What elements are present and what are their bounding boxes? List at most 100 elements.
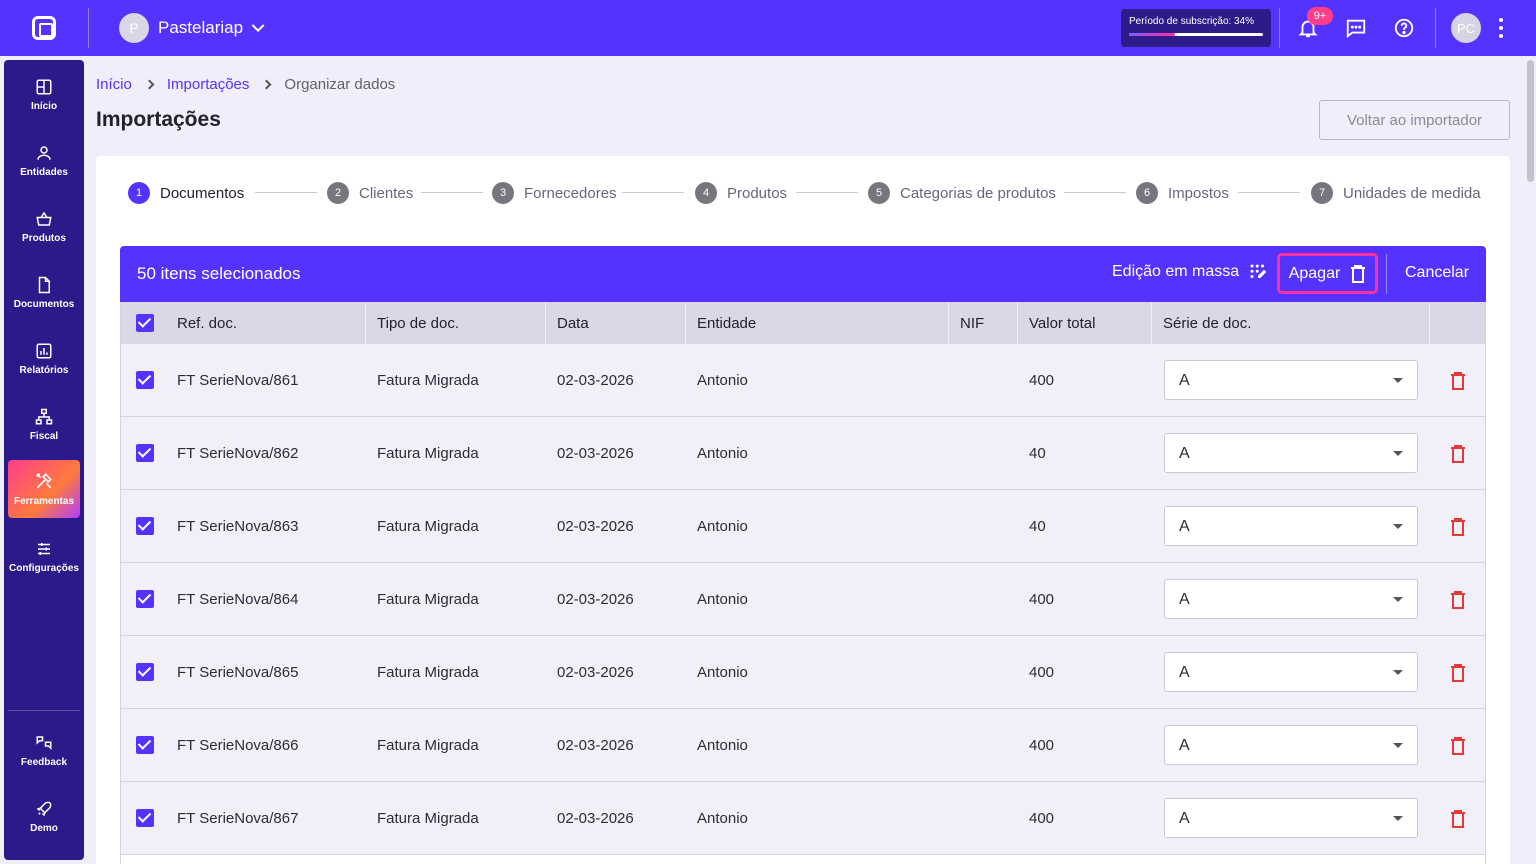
cell-valor: 400 — [1029, 737, 1055, 754]
subscription-period[interactable]: Período de subscrição: 34% — [1121, 9, 1271, 47]
breadcrumb: Início Importações Organizar dados — [96, 76, 395, 93]
table-row[interactable]: FT SerieNova/862 Fatura Migrada 02-03-2026… — [120, 417, 1486, 490]
step-number: 3 — [492, 182, 514, 204]
step-label: Impostos — [1168, 184, 1229, 202]
serie-select[interactable]: A — [1164, 360, 1418, 400]
bulk-edit-label: Edição em massa — [1112, 263, 1240, 280]
help-icon[interactable] — [1392, 16, 1416, 40]
sidebar-divider — [8, 710, 80, 711]
serie-select[interactable]: A — [1164, 506, 1418, 546]
delete-row-icon[interactable] — [1448, 517, 1468, 537]
column-header-serie[interactable]: Série de doc. — [1163, 315, 1251, 332]
sidebar-item-label: Início — [30, 101, 58, 112]
column-header-tipo[interactable]: Tipo de doc. — [377, 315, 459, 332]
app-logo[interactable] — [0, 0, 88, 56]
column-header-data[interactable]: Data — [557, 315, 589, 332]
row-checkbox[interactable] — [136, 663, 154, 681]
delete-row-icon[interactable] — [1448, 444, 1468, 464]
top-divider — [1435, 8, 1436, 48]
delete-row-icon[interactable] — [1448, 663, 1468, 683]
cell-valor: 400 — [1029, 810, 1055, 827]
chat-icon[interactable] — [1344, 16, 1368, 40]
cell-data: 02-03-2026 — [557, 372, 634, 389]
step-documentos[interactable]: 1 Documentos — [128, 181, 244, 205]
table-row[interactable]: FT SerieNova/861 Fatura Migrada 02-03-2026… — [120, 344, 1486, 417]
sidebar-item-feedback[interactable]: Feedback — [8, 722, 80, 780]
table-row[interactable]: FT SerieNova/864 Fatura Migrada 02-03-2026… — [120, 563, 1486, 636]
column-header-entidade[interactable]: Entidade — [697, 315, 756, 332]
table-row[interactable]: FT SerieNova/867 Fatura Migrada 02-03-2026… — [120, 782, 1486, 855]
serie-select[interactable]: A — [1164, 652, 1418, 692]
sidebar-item-demo[interactable]: Demo — [8, 788, 80, 846]
delete-row-icon[interactable] — [1448, 736, 1468, 756]
serie-select-value: A — [1179, 372, 1190, 389]
step-categorias-produtos[interactable]: 5 Categorias de produtos — [868, 181, 1056, 205]
serie-select[interactable]: A — [1164, 433, 1418, 473]
sidebar-item-ferramentas[interactable]: Ferramentas — [8, 460, 80, 518]
serie-select[interactable]: A — [1164, 798, 1418, 838]
document-icon — [38, 276, 50, 294]
step-fornecedores[interactable]: 3 Fornecedores — [492, 181, 617, 205]
cell-entidade: Antonio — [697, 372, 748, 389]
column-header-ref[interactable]: Ref. doc. — [177, 315, 237, 332]
column-divider — [1429, 302, 1430, 344]
bulk-edit-button[interactable]: Edição em massa — [1112, 263, 1267, 281]
company-switcher[interactable]: P Pastelariap — [119, 13, 265, 43]
sidebar-item-inicio[interactable]: Início — [8, 66, 80, 124]
breadcrumb-importacoes[interactable]: Importações — [167, 76, 250, 93]
cell-valor: 400 — [1029, 372, 1055, 389]
page-scrollbar[interactable] — [1527, 60, 1534, 182]
column-divider — [365, 302, 366, 344]
table-row[interactable]: FT SerieNova/863 Fatura Migrada 02-03-2026… — [120, 490, 1486, 563]
step-label: Fornecedores — [524, 184, 617, 202]
sidebar: Início Entidades Produtos Documentos Rel… — [4, 60, 84, 860]
sidebar-item-entidades[interactable]: Entidades — [8, 132, 80, 190]
cell-tipo: Fatura Migrada — [377, 518, 479, 535]
row-checkbox[interactable] — [136, 371, 154, 389]
breadcrumb-inicio[interactable]: Início — [96, 76, 132, 93]
serie-select[interactable]: A — [1164, 725, 1418, 765]
table-row[interactable]: FT SerieNova/865 Fatura Migrada 02-03-2026… — [120, 636, 1486, 709]
serie-select[interactable]: A — [1164, 579, 1418, 619]
cell-entidade: Antonio — [697, 664, 748, 681]
row-checkbox[interactable] — [136, 736, 154, 754]
stepper: 1 Documentos 2 Clientes 3 Fornecedores 4… — [128, 181, 1481, 205]
sidebar-item-produtos[interactable]: Produtos — [8, 198, 80, 256]
cell-data: 02-03-2026 — [557, 810, 634, 827]
select-all-checkbox[interactable] — [136, 314, 154, 332]
column-header-nif[interactable]: NIF — [960, 315, 984, 332]
step-produtos[interactable]: 4 Produtos — [695, 181, 787, 205]
sidebar-item-fiscal[interactable]: Fiscal — [8, 396, 80, 454]
cell-tipo: Fatura Migrada — [377, 445, 479, 462]
row-checkbox[interactable] — [136, 517, 154, 535]
delete-row-icon[interactable] — [1448, 371, 1468, 391]
step-number: 4 — [695, 182, 717, 204]
cancel-selection-button[interactable]: Cancelar — [1405, 264, 1469, 282]
trash-icon — [1351, 264, 1366, 283]
step-number: 2 — [327, 182, 349, 204]
step-impostos[interactable]: 6 Impostos — [1136, 181, 1229, 205]
row-checkbox[interactable] — [136, 809, 154, 827]
back-to-importer-button[interactable]: Voltar ao importador — [1319, 100, 1510, 140]
step-number: 6 — [1136, 182, 1158, 204]
more-options-icon[interactable] — [1496, 18, 1506, 38]
selection-toolbar: 50 itens selecionados Edição em massa Ap… — [120, 246, 1486, 302]
sidebar-item-documentos[interactable]: Documentos — [8, 264, 80, 322]
step-label: Categorias de produtos — [900, 184, 1056, 202]
table-row[interactable]: FT SerieNova/866 Fatura Migrada 02-03-2026… — [120, 709, 1486, 782]
delete-row-icon[interactable] — [1448, 590, 1468, 610]
column-header-valor[interactable]: Valor total — [1029, 315, 1095, 332]
cell-ref: FT SerieNova/865 — [177, 664, 299, 681]
step-connector — [796, 192, 858, 193]
row-checkbox[interactable] — [136, 590, 154, 608]
sidebar-item-configuracoes[interactable]: Configurações — [8, 528, 80, 586]
delete-row-icon[interactable] — [1448, 809, 1468, 829]
step-clientes[interactable]: 2 Clientes — [327, 181, 413, 205]
step-unidades-medida[interactable]: 7 Unidades de medida — [1311, 181, 1481, 205]
delete-selected-button[interactable]: Apagar — [1277, 253, 1378, 294]
user-avatar[interactable]: PC — [1451, 13, 1481, 43]
sidebar-item-label: Feedback — [20, 757, 68, 768]
cell-data: 02-03-2026 — [557, 445, 634, 462]
sidebar-item-relatorios[interactable]: Relatórios — [8, 330, 80, 388]
row-checkbox[interactable] — [136, 444, 154, 462]
